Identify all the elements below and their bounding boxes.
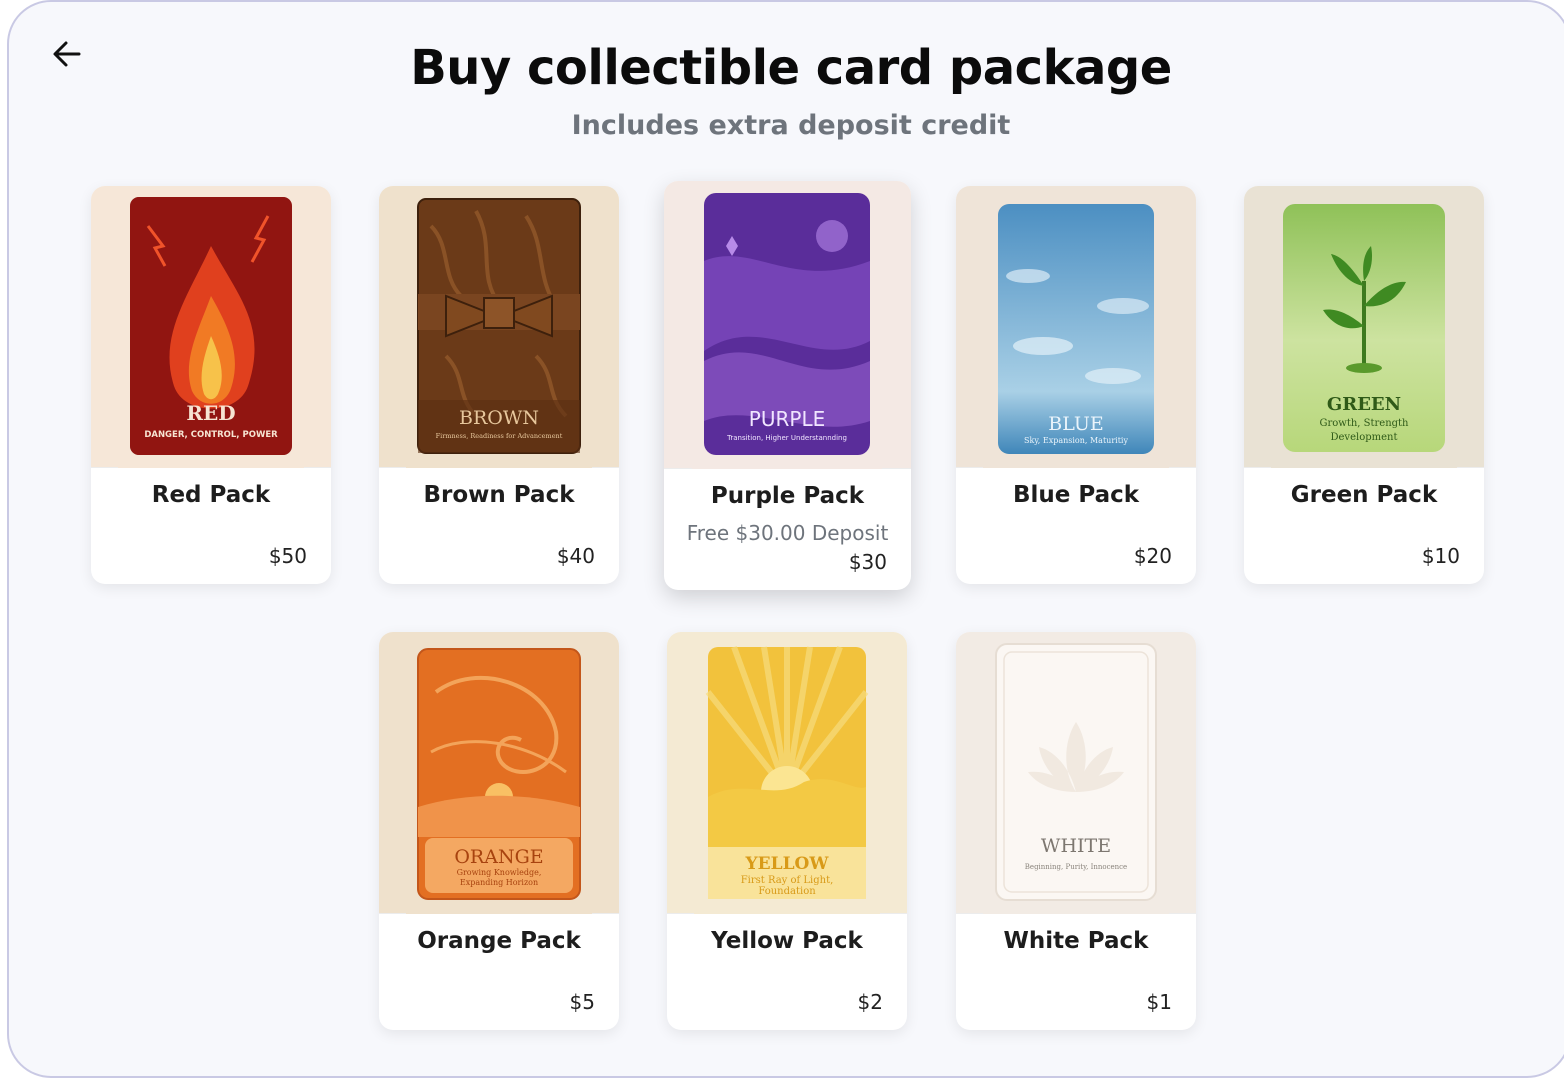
pack-price: $50 (268, 544, 307, 568)
art-subtitle-2: Development (1331, 432, 1398, 443)
art-title: WHITE (1041, 835, 1111, 857)
pack-card-purple[interactable]: PURPLE Transition, Higher Understannding… (664, 181, 911, 590)
blue-sky-card-art: BLUE Sky, Expansion, Maturitiy (983, 186, 1169, 468)
green-sprout-card-art: GREEN Growth, Strength Development (1271, 186, 1457, 468)
pack-image-blue: BLUE Sky, Expansion, Maturitiy (956, 186, 1196, 468)
art-title: PURPLE (749, 407, 825, 431)
pack-name: Red Pack (151, 482, 271, 508)
art-title: BROWN (459, 407, 539, 429)
brown-wood-card-art: BROWN Firmness, Readiness for Advancemen… (406, 186, 592, 468)
pack-price: $40 (556, 544, 595, 568)
pack-image-yellow: YELLOW First Ray of Light, Foundation (667, 632, 907, 914)
pack-name: Yellow Pack (711, 928, 863, 954)
pack-image-brown: BROWN Firmness, Readiness for Advancemen… (379, 186, 619, 468)
pack-card-white[interactable]: WHITE Beginning, Purity, Innocence White… (956, 632, 1196, 1030)
yellow-sunrise-card-art: YELLOW First Ray of Light, Foundation (694, 632, 880, 914)
app-window: Buy collectible card package Includes ex… (7, 0, 1564, 1078)
pack-image-orange: ORANGE Growing Knowledge, Expanding Hori… (379, 632, 619, 914)
art-subtitle: Growing Knowledge, (457, 868, 542, 877)
pack-image-purple: PURPLE Transition, Higher Understannding (664, 181, 911, 469)
page-title: Buy collectible card package (410, 40, 1172, 96)
pack-card-orange[interactable]: ORANGE Growing Knowledge, Expanding Hori… (379, 632, 619, 1030)
art-subtitle: Beginning, Purity, Innocence (1025, 863, 1127, 871)
art-subtitle: DANGER, CONTROL, POWER (144, 430, 278, 440)
art-title: RED (186, 401, 235, 425)
pack-card-green[interactable]: GREEN Growth, Strength Development Green… (1244, 186, 1484, 584)
art-subtitle: Firmness, Readiness for Advancement (436, 432, 563, 440)
pack-card-brown[interactable]: BROWN Firmness, Readiness for Advancemen… (379, 186, 619, 584)
pack-image-white: WHITE Beginning, Purity, Innocence (956, 632, 1196, 914)
pack-name: White Pack (1003, 928, 1149, 954)
art-subtitle: Sky, Expansion, Maturitiy (1024, 436, 1128, 445)
red-flame-card-art: RED DANGER, CONTROL, POWER (118, 186, 304, 468)
art-title: YELLOW (745, 854, 830, 874)
pack-name: Purple Pack (710, 483, 865, 509)
purple-mist-card-art: PURPLE Transition, Higher Understannding (692, 181, 882, 469)
art-subtitle-2: Foundation (758, 886, 816, 897)
art-subtitle: Transition, Higher Understannding (726, 434, 847, 442)
orange-swirl-card-art: ORANGE Growing Knowledge, Expanding Hori… (406, 632, 592, 914)
art-title: ORANGE (454, 846, 543, 868)
pack-price: $2 (857, 990, 883, 1014)
pack-name: Blue Pack (1012, 482, 1140, 508)
pack-name: Orange Pack (417, 928, 581, 954)
pack-price: $30 (848, 550, 887, 574)
art-subtitle: Growth, Strength (1319, 418, 1409, 429)
art-subtitle: First Ray of Light, (741, 875, 834, 886)
pack-name: Green Pack (1290, 482, 1438, 508)
pack-image-red: RED DANGER, CONTROL, POWER (91, 186, 331, 468)
pack-price: $5 (569, 990, 595, 1014)
white-lotus-card-art: WHITE Beginning, Purity, Innocence (983, 632, 1169, 914)
pack-card-blue[interactable]: BLUE Sky, Expansion, Maturitiy Blue Pack… (956, 186, 1196, 584)
page-subtitle: Includes extra deposit credit (571, 110, 1011, 141)
pack-price: $10 (1421, 544, 1460, 568)
pack-price: $1 (1146, 990, 1172, 1014)
deposit-bonus-label: Free $30.00 Deposit (686, 521, 889, 545)
pack-price: $20 (1133, 544, 1172, 568)
art-title: GREEN (1327, 394, 1401, 415)
pack-card-yellow[interactable]: YELLOW First Ray of Light, Foundation Ye… (667, 632, 907, 1030)
art-title: BLUE (1048, 413, 1103, 435)
pack-name: Brown Pack (423, 482, 575, 508)
art-subtitle-2: Expanding Horizon (460, 878, 538, 887)
pack-card-red[interactable]: RED DANGER, CONTROL, POWER Red Pack $50 (91, 186, 331, 584)
pack-image-green: GREEN Growth, Strength Development (1244, 186, 1484, 468)
